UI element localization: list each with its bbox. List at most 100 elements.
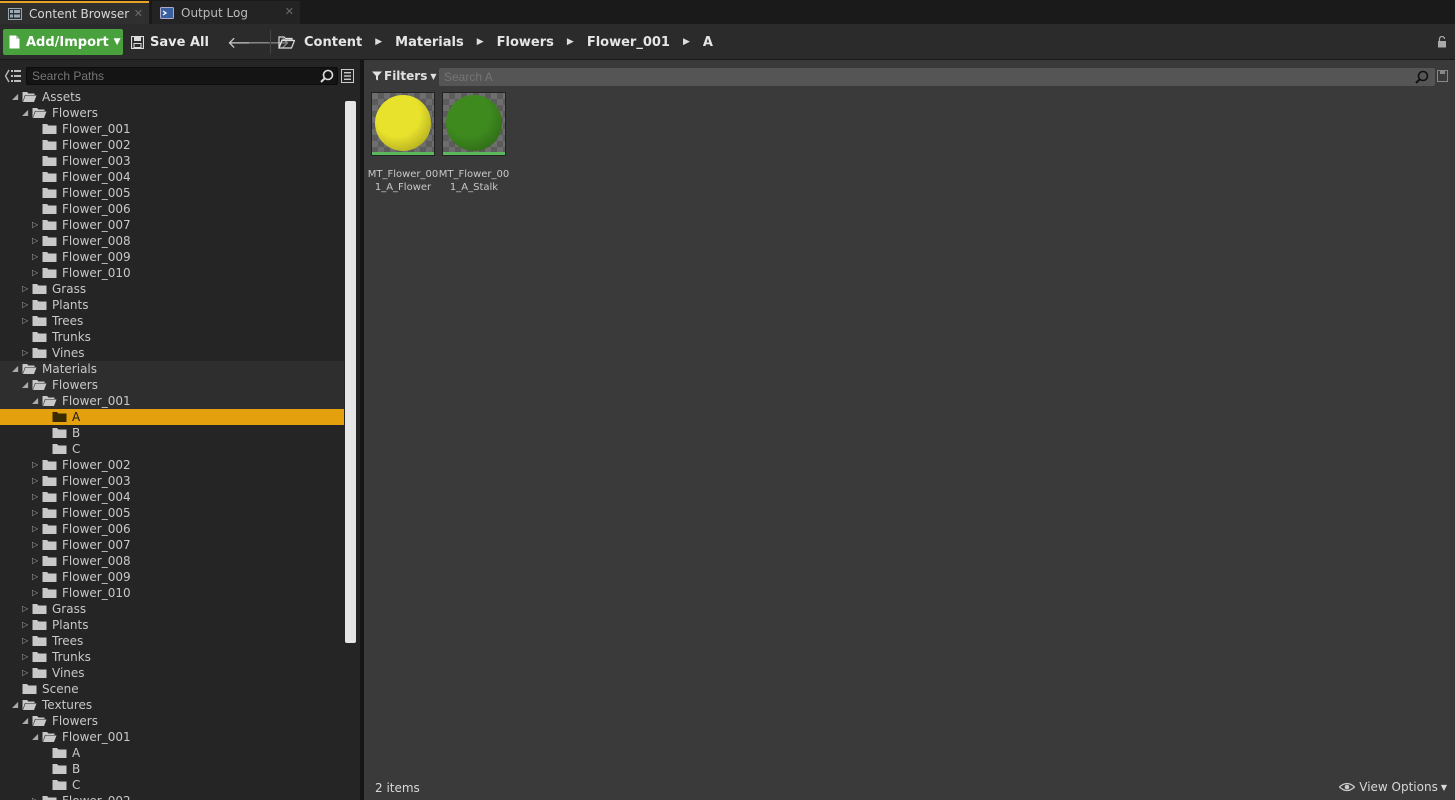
collapsed-arrow-icon[interactable]: ▷ <box>32 505 40 521</box>
tree-folder-item[interactable]: ◢ Materials <box>0 361 344 377</box>
tree-folder-item[interactable]: ◢ Flowers <box>0 377 344 393</box>
chevron-right-icon[interactable]: ▶ <box>567 37 574 47</box>
tree-folder-item[interactable]: ▷ Flower_005 <box>0 505 344 521</box>
tree-folder-item[interactable]: ▷ Flower_010 <box>0 585 344 601</box>
collapsed-arrow-icon[interactable]: ▷ <box>32 233 40 249</box>
breadcrumb-item-flower-001[interactable]: Flower_001 <box>587 35 670 50</box>
breadcrumb-item-materials[interactable]: Materials <box>395 35 464 50</box>
save-search-icon[interactable] <box>1437 70 1448 82</box>
tree-folder-item[interactable]: ▷ Plants <box>0 617 344 633</box>
expanded-arrow-icon[interactable]: ◢ <box>22 105 30 121</box>
tree-folder-item[interactable]: ▷ Trees <box>0 633 344 649</box>
tree-folder-item[interactable]: B <box>0 761 344 777</box>
collapsed-arrow-icon[interactable]: ▷ <box>32 473 40 489</box>
tree-folder-item[interactable]: ◢ Flower_001 <box>0 393 344 409</box>
list-options-icon[interactable] <box>341 69 354 83</box>
tree-folder-item[interactable]: ▷ Flower_002 <box>0 457 344 473</box>
lock-icon[interactable] <box>1437 36 1447 48</box>
collapsed-arrow-icon[interactable]: ▷ <box>22 617 30 633</box>
search-assets-input[interactable] <box>439 68 1435 86</box>
chevron-right-icon[interactable]: ▶ <box>683 37 690 47</box>
close-icon[interactable]: ✕ <box>134 7 143 20</box>
tree-folder-item[interactable]: ▷ Flower_007 <box>0 217 344 233</box>
tree-folder-item[interactable]: ▷ Flower_004 <box>0 489 344 505</box>
collapsed-arrow-icon[interactable]: ▷ <box>22 281 30 297</box>
tree-folder-item[interactable]: Flower_005 <box>0 185 344 201</box>
collapsed-arrow-icon[interactable]: ▷ <box>22 297 30 313</box>
collapsed-arrow-icon[interactable]: ▷ <box>22 665 30 681</box>
close-icon[interactable]: ✕ <box>285 5 294 18</box>
tree-folder-item[interactable]: ◢ Flower_001 <box>0 729 344 745</box>
tree-folder-item[interactable]: ▷ Flower_008 <box>0 233 344 249</box>
collapsed-arrow-icon[interactable]: ▷ <box>22 633 30 649</box>
collapsed-arrow-icon[interactable]: ▷ <box>32 217 40 233</box>
tree-folder-item[interactable]: A <box>0 745 344 761</box>
tree-folder-item[interactable]: Flower_004 <box>0 169 344 185</box>
tree-folder-item[interactable]: ▷ Flower_007 <box>0 537 344 553</box>
collapsed-arrow-icon[interactable]: ▷ <box>32 265 40 281</box>
expanded-arrow-icon[interactable]: ◢ <box>32 729 40 745</box>
tree-folder-item[interactable]: Flower_006 <box>0 201 344 217</box>
collapsed-arrow-icon[interactable]: ▷ <box>22 601 30 617</box>
tab-output-log[interactable]: Output Log ✕ <box>152 1 300 24</box>
search-icon[interactable] <box>320 69 334 83</box>
tree-folder-item[interactable]: ▷ Flower_002 <box>0 793 344 800</box>
tree-folder-item[interactable]: B <box>0 425 344 441</box>
collapsed-arrow-icon[interactable]: ▷ <box>32 585 40 601</box>
tree-folder-item[interactable]: ▷ Flower_009 <box>0 249 344 265</box>
collapsed-arrow-icon[interactable]: ▷ <box>32 537 40 553</box>
tree-folder-item[interactable]: Flower_002 <box>0 137 344 153</box>
tree-folder-item[interactable]: Flower_003 <box>0 153 344 169</box>
expanded-arrow-icon[interactable]: ◢ <box>12 89 20 105</box>
tree-folder-item[interactable]: ▷ Flower_006 <box>0 521 344 537</box>
search-paths-input[interactable] <box>26 67 338 85</box>
tree-folder-item[interactable]: ▷ Plants <box>0 297 344 313</box>
collapsed-arrow-icon[interactable]: ▷ <box>32 569 40 585</box>
expanded-arrow-icon[interactable]: ◢ <box>12 697 20 713</box>
tree-folder-item[interactable]: ▷ Flower_008 <box>0 553 344 569</box>
add-import-button[interactable]: Add/Import ▼ <box>3 29 123 55</box>
tab-content-browser[interactable]: Content Browser ✕ <box>0 1 149 24</box>
tree-scrollbar[interactable] <box>345 101 356 643</box>
save-all-button[interactable]: Save All <box>131 29 209 55</box>
tree-folder-item[interactable]: ◢ Flowers <box>0 105 344 121</box>
breadcrumb-item-content[interactable]: Content <box>304 35 362 50</box>
asset-tile[interactable]: MT_Flower_001_A_Flower <box>368 92 438 194</box>
tree-folder-item[interactable]: Trunks <box>0 329 344 345</box>
collapsed-arrow-icon[interactable]: ▷ <box>32 553 40 569</box>
collapsed-arrow-icon[interactable]: ▷ <box>22 345 30 361</box>
expanded-arrow-icon[interactable]: ◢ <box>22 713 30 729</box>
tree-folder-item[interactable]: C <box>0 441 344 457</box>
collapsed-arrow-icon[interactable]: ▷ <box>32 249 40 265</box>
expanded-arrow-icon[interactable]: ◢ <box>32 393 40 409</box>
collapsed-arrow-icon[interactable]: ▷ <box>22 313 30 329</box>
filters-button[interactable]: Filters ▼ <box>372 66 437 86</box>
collapsed-arrow-icon[interactable]: ▷ <box>32 793 40 800</box>
collapsed-arrow-icon[interactable]: ▷ <box>32 489 40 505</box>
collapsed-arrow-icon[interactable]: ▷ <box>32 521 40 537</box>
tree-folder-item[interactable]: ▷ Grass <box>0 281 344 297</box>
collapsed-arrow-icon[interactable]: ▷ <box>32 457 40 473</box>
tree-folder-item[interactable]: ◢ Assets <box>0 89 344 105</box>
tree-folder-item[interactable]: ▷ Flower_010 <box>0 265 344 281</box>
breadcrumb-item-flowers[interactable]: Flowers <box>497 35 554 50</box>
chevron-right-icon[interactable]: ▶ <box>375 37 382 47</box>
tree-folder-item[interactable]: ▷ Trunks <box>0 649 344 665</box>
view-options-button[interactable]: View Options ▼ <box>1339 780 1447 794</box>
tree-folder-item[interactable]: C <box>0 777 344 793</box>
tree-folder-item[interactable]: ▷ Flower_003 <box>0 473 344 489</box>
tree-folder-item[interactable]: ▷ Trees <box>0 313 344 329</box>
tree-folder-item[interactable]: ▷ Vines <box>0 345 344 361</box>
search-icon[interactable] <box>1415 70 1429 84</box>
collapse-sources-icon[interactable] <box>5 69 21 83</box>
breadcrumb-item-a[interactable]: A <box>703 35 713 50</box>
collapsed-arrow-icon[interactable]: ▷ <box>22 649 30 665</box>
tree-folder-item[interactable]: A <box>0 409 344 425</box>
expanded-arrow-icon[interactable]: ◢ <box>22 377 30 393</box>
tree-folder-item[interactable]: ◢ Textures <box>0 697 344 713</box>
tree-folder-item[interactable]: ▷ Grass <box>0 601 344 617</box>
tree-folder-item[interactable]: ▷ Flower_009 <box>0 569 344 585</box>
tree-folder-item[interactable]: Flower_001 <box>0 121 344 137</box>
tree-folder-item[interactable]: ◢ Flowers <box>0 713 344 729</box>
chevron-right-icon[interactable]: ▶ <box>477 37 484 47</box>
